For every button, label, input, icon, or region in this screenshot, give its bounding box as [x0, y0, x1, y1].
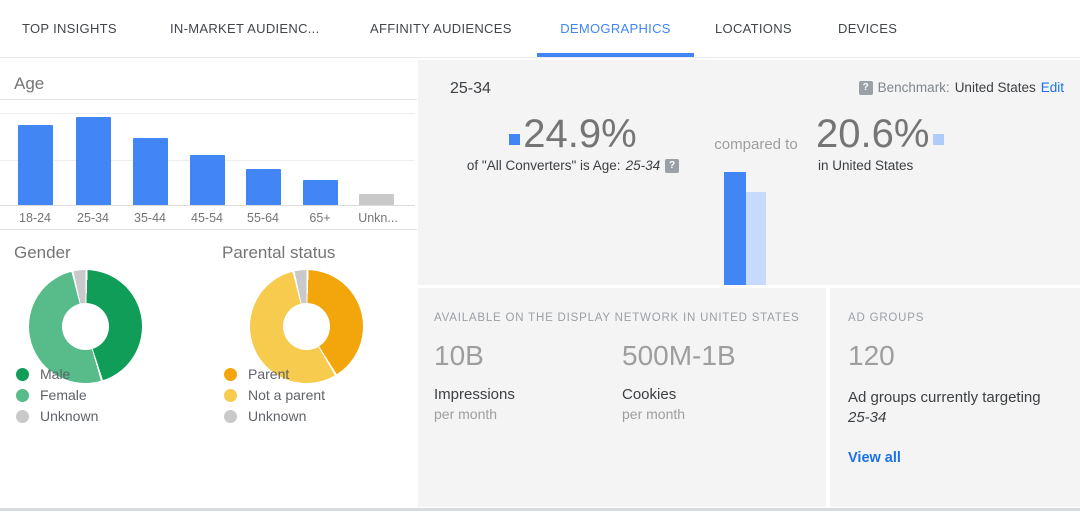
- age-bar-18-24[interactable]: [18, 125, 53, 205]
- benchmark-percentage: 20.6%: [816, 112, 929, 156]
- impressions-stat: 10B Impressions per month: [434, 340, 515, 422]
- benchmark-stat: 20.6% in United States: [816, 112, 944, 173]
- age-bar-35-44[interactable]: [133, 138, 168, 205]
- age-section-title: Age: [14, 74, 44, 93]
- ad-groups-count: 120: [848, 340, 895, 372]
- left-charts-panel: Age 18-24 25-34 35-44 45-54 55-64 65+ Un…: [0, 58, 417, 510]
- benchmark-label: Benchmark:: [878, 80, 950, 95]
- display-network-card: AVAILABLE ON THE DISPLAY NETWORK IN UNIT…: [418, 288, 826, 507]
- age-axis-labels: 18-24 25-34 35-44 45-54 55-64 65+ Unkn..…: [0, 206, 417, 230]
- help-icon[interactable]: ?: [665, 159, 679, 173]
- benchmark-bar: [746, 192, 766, 285]
- gender-section-title: Gender: [14, 243, 71, 263]
- cookies-value: 500M-1B: [622, 340, 736, 372]
- cookies-label: Cookies: [622, 386, 736, 403]
- donut-hole: [283, 303, 330, 350]
- legend-swatch-female: [16, 389, 29, 402]
- edit-benchmark-link[interactable]: Edit: [1041, 80, 1064, 95]
- tab-locations[interactable]: LOCATIONS: [715, 0, 792, 57]
- report-tab-bar: TOP INSIGHTS IN-MARKET AUDIENC... AFFINI…: [0, 0, 1080, 58]
- tab-affinity-audiences[interactable]: AFFINITY AUDIENCES: [370, 0, 512, 57]
- parental-legend: Parent Not a parent Unknown: [224, 366, 325, 429]
- legend-swatch-parent: [224, 368, 237, 381]
- impressions-value: 10B: [434, 340, 515, 372]
- x-tick-label: Unkn...: [358, 211, 398, 225]
- age-detail-card: 25-34 ? Benchmark: United States Edit 24…: [418, 60, 1080, 285]
- ad-groups-caption: Ad groups currently targeting 25-34: [848, 388, 1058, 428]
- tab-demographics[interactable]: DEMOGRAPHICS: [537, 0, 694, 57]
- benchmark-stat-caption: in United States: [818, 158, 944, 173]
- x-tick-label: 65+: [309, 211, 330, 225]
- x-tick-label: 18-24: [19, 211, 51, 225]
- x-tick-label: 45-54: [191, 211, 223, 225]
- x-tick-label: 35-44: [134, 211, 166, 225]
- primary-stat-caption: of "All Converters" is Age: 25-34 ?: [438, 158, 708, 173]
- x-tick-label: 25-34: [77, 211, 109, 225]
- light-blue-square-marker-icon: [933, 134, 944, 145]
- legend-item-parent: Parent: [224, 366, 325, 382]
- benchmark-row: ? Benchmark: United States Edit: [859, 80, 1064, 95]
- active-tab-underline: [537, 53, 694, 57]
- primary-percentage: 24.9%: [523, 112, 636, 156]
- age-bar-unknown[interactable]: [359, 194, 394, 205]
- legend-swatch-unknown: [224, 410, 237, 423]
- ad-groups-card: AD GROUPS 120 Ad groups currently target…: [830, 288, 1080, 507]
- legend-item-unknown: Unknown: [224, 408, 325, 424]
- ad-groups-header: AD GROUPS: [848, 312, 924, 324]
- donut-hole: [62, 303, 109, 350]
- converters-bar: [724, 172, 746, 285]
- view-all-link[interactable]: View all: [848, 450, 901, 466]
- age-bar-45-54[interactable]: [190, 155, 225, 205]
- display-network-header: AVAILABLE ON THE DISPLAY NETWORK IN UNIT…: [434, 312, 800, 324]
- tab-in-market-audiences[interactable]: IN-MARKET AUDIENC...: [170, 0, 320, 57]
- gender-parental-section: Gender Parental status Male Female Unkno…: [0, 230, 417, 509]
- cookies-stat: 500M-1B Cookies per month: [622, 340, 736, 422]
- gridline: [0, 113, 415, 114]
- detail-card-title: 25-34: [450, 80, 491, 98]
- impressions-sublabel: per month: [434, 406, 515, 422]
- primary-stat: 24.9% of "All Converters" is Age: 25-34 …: [438, 112, 708, 173]
- legend-swatch-unknown: [16, 410, 29, 423]
- age-bar-25-34[interactable]: [76, 117, 111, 205]
- age-bar-chart: [0, 100, 417, 206]
- impressions-label: Impressions: [434, 386, 515, 403]
- blue-square-marker-icon: [509, 134, 520, 145]
- cookies-sublabel: per month: [622, 406, 736, 422]
- demographics-report-page: TOP INSIGHTS IN-MARKET AUDIENC... AFFINI…: [0, 0, 1080, 515]
- legend-item-unknown: Unknown: [16, 408, 98, 424]
- page-bottom-divider: [0, 508, 1080, 511]
- legend-item-female: Female: [16, 387, 98, 403]
- parental-section-title: Parental status: [222, 243, 335, 263]
- legend-swatch-male: [16, 368, 29, 381]
- legend-item-male: Male: [16, 366, 98, 382]
- compared-to-label: compared to: [700, 136, 812, 153]
- age-bar-55-64[interactable]: [246, 169, 281, 205]
- age-section-header: Age: [0, 58, 417, 100]
- tab-devices[interactable]: DEVICES: [838, 0, 897, 57]
- gender-legend: Male Female Unknown: [16, 366, 98, 429]
- help-icon[interactable]: ?: [859, 81, 873, 95]
- x-tick-label: 55-64: [247, 211, 279, 225]
- tab-top-insights[interactable]: TOP INSIGHTS: [22, 0, 117, 57]
- legend-item-not-a-parent: Not a parent: [224, 387, 325, 403]
- legend-swatch-not-a-parent: [224, 389, 237, 402]
- ad-groups-stat: 120: [848, 340, 895, 372]
- age-bar-65-plus[interactable]: [303, 180, 338, 205]
- benchmark-value: United States: [955, 80, 1036, 95]
- comparison-mini-chart: [724, 172, 766, 285]
